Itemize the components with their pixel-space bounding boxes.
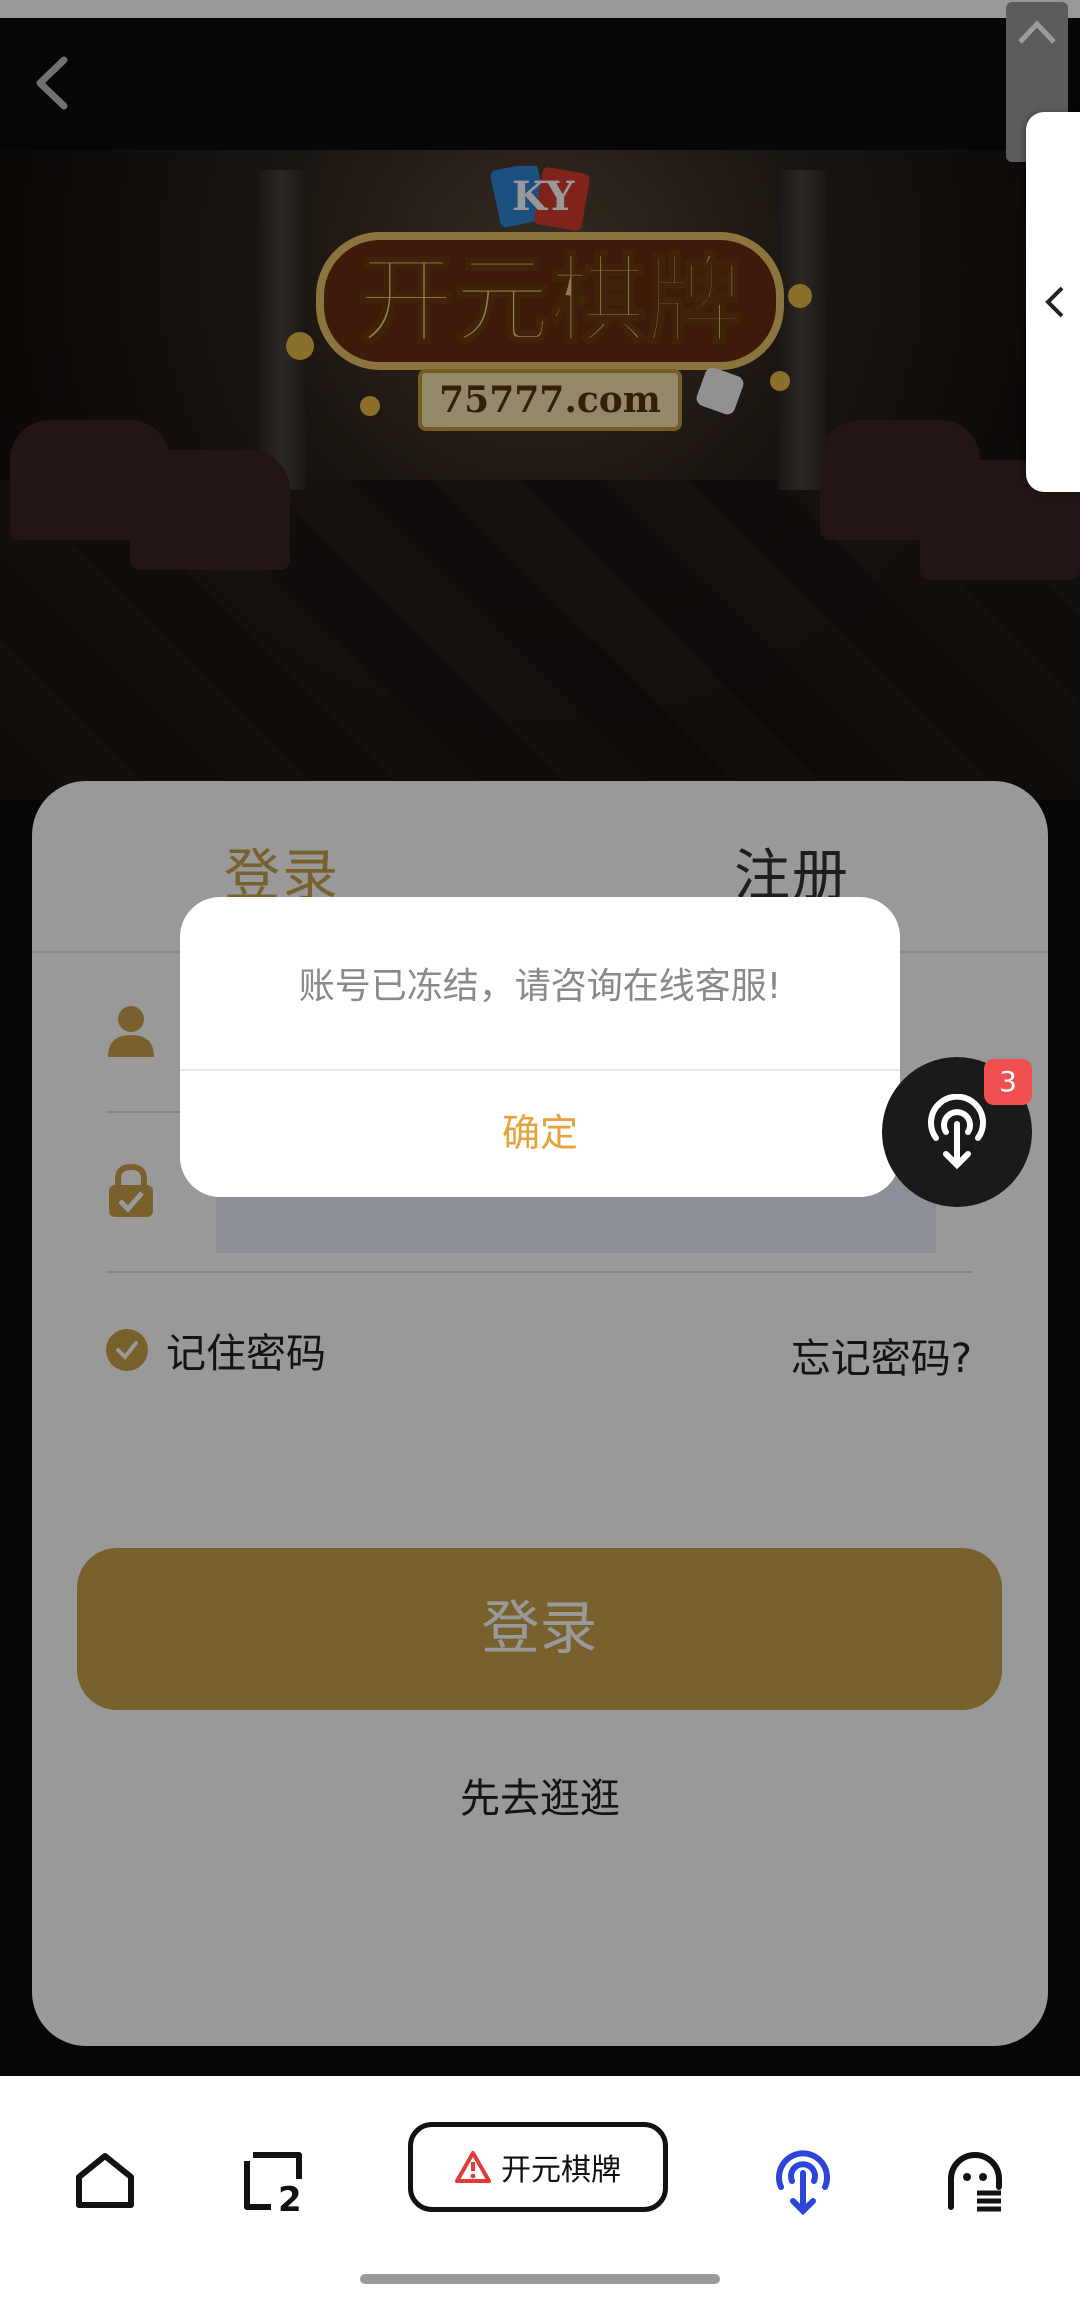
tabs-count: 2: [278, 2180, 302, 2220]
home-indicator[interactable]: [360, 2274, 720, 2284]
menu-button[interactable]: [930, 2136, 1020, 2226]
browser-bottom-bar: 2 开元棋牌: [0, 2076, 1080, 2304]
home-button[interactable]: [60, 2136, 150, 2226]
app-download-button[interactable]: [758, 2136, 848, 2226]
confirm-button[interactable]: 确定: [180, 1071, 900, 1197]
wifi-download-icon: [928, 1094, 986, 1170]
alert-dialog: 账号已冻结，请咨询在线客服! 确定: [180, 897, 900, 1197]
site-info-pill[interactable]: 开元棋牌: [408, 2122, 668, 2212]
wifi-download-icon: [776, 2150, 830, 2215]
side-drawer-handle[interactable]: [1026, 112, 1080, 492]
screen: KY 开元棋牌 75777.com 登录 注册 记住密码 忘记密码? 登录 先去…: [0, 0, 1080, 2304]
warning-icon: [455, 2151, 491, 2183]
site-label: 开元棋牌: [501, 2153, 621, 2188]
home-icon: [76, 2153, 134, 2208]
chevron-left-icon: [1045, 286, 1064, 318]
ghost-menu-icon: [948, 2152, 1002, 2212]
chevron-up-icon: [1018, 20, 1056, 44]
dialog-message: 账号已冻结，请咨询在线客服!: [298, 966, 782, 1007]
tabs-button[interactable]: 2: [228, 2136, 318, 2226]
notification-badge: 3: [984, 1059, 1032, 1105]
